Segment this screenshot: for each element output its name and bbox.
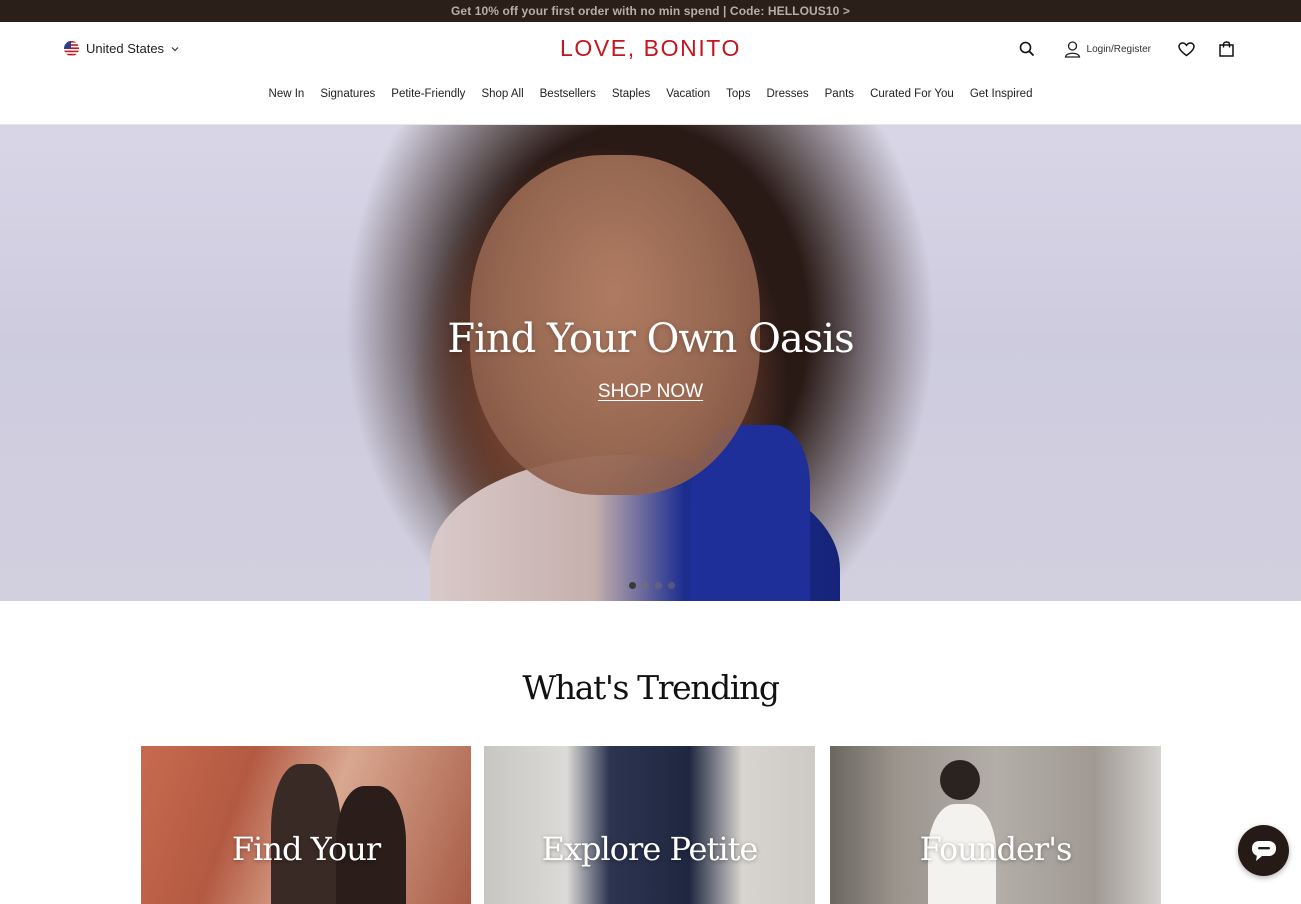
nav-item-vacation[interactable]: Vacation: [666, 88, 710, 100]
nav-item-staples[interactable]: Staples: [612, 88, 650, 100]
nav-item-curated-for-you[interactable]: Curated For You: [870, 88, 954, 100]
shopping-bag-icon: [1218, 41, 1234, 57]
chat-bubble-icon: [1251, 840, 1276, 861]
carousel-dot[interactable]: [629, 582, 636, 589]
main-nav: New In Signatures Petite-Friendly Shop A…: [0, 88, 1301, 100]
nav-item-signatures[interactable]: Signatures: [320, 88, 375, 100]
heart-icon: [1177, 41, 1195, 56]
hero-cta-wrap: SHOP NOW: [0, 381, 1301, 403]
carousel-dots: [629, 582, 675, 589]
hero-title: Find Your Own Oasis: [447, 316, 854, 362]
user-icon: [1064, 41, 1080, 58]
site-header: United States LOVE, BONITO Login/Registe…: [0, 22, 1301, 125]
header-actions: Login/Register: [1016, 38, 1237, 60]
search-button[interactable]: [1016, 38, 1038, 60]
promo-bar[interactable]: Get 10% off your first order with no min…: [0, 0, 1301, 22]
trending-title: What's Trending: [522, 668, 780, 707]
carousel-dot[interactable]: [668, 582, 675, 589]
nav-item-get-inspired[interactable]: Get Inspired: [970, 88, 1033, 100]
cart-button[interactable]: [1215, 38, 1237, 60]
carousel-dot[interactable]: [655, 582, 662, 589]
trending-card-label: Find Your: [231, 830, 381, 868]
trending-card[interactable]: Founder's: [830, 746, 1161, 904]
nav-item-bestsellers[interactable]: Bestsellers: [540, 88, 596, 100]
nav-item-dresses[interactable]: Dresses: [766, 88, 808, 100]
login-label: Login/Register: [1086, 43, 1151, 55]
nav-item-pants[interactable]: Pants: [825, 88, 854, 100]
carousel-dot[interactable]: [642, 582, 649, 589]
hero-banner[interactable]: Find Your Own Oasis SHOP NOW: [0, 125, 1301, 601]
card-image-figure: [940, 760, 980, 800]
trending-card-label: Founder's: [919, 830, 1073, 868]
login-register-link[interactable]: Login/Register: [1064, 40, 1151, 58]
nav-item-petite-friendly[interactable]: Petite-Friendly: [391, 88, 465, 100]
promo-text[interactable]: Get 10% off your first order with no min…: [451, 4, 850, 18]
shop-now-link[interactable]: SHOP NOW: [598, 381, 703, 402]
trending-card[interactable]: Find Your: [141, 746, 471, 904]
nav-item-shop-all[interactable]: Shop All: [481, 88, 523, 100]
nav-item-new-in[interactable]: New In: [269, 88, 305, 100]
nav-item-tops[interactable]: Tops: [726, 88, 750, 100]
trending-card[interactable]: Explore Petite: [484, 746, 815, 904]
wishlist-button[interactable]: [1175, 38, 1197, 60]
trending-card-label: Explore Petite: [541, 830, 759, 868]
chat-button[interactable]: [1238, 825, 1289, 876]
search-icon: [1019, 41, 1034, 57]
